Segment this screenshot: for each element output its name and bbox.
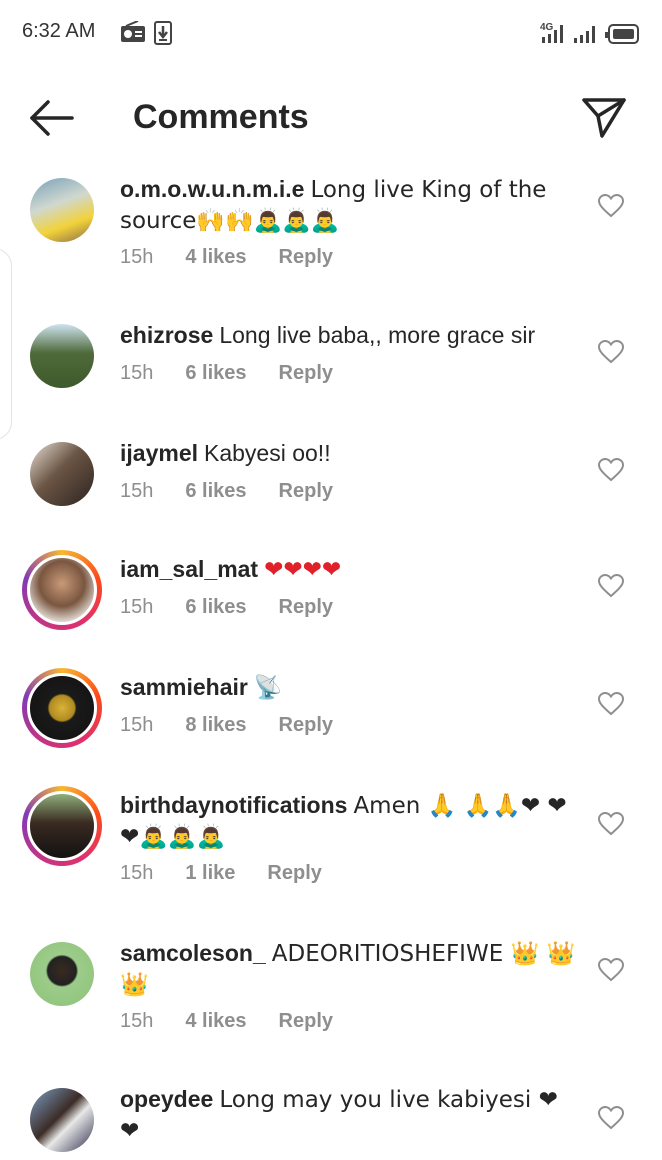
- comment-text: ❤❤❤❤: [264, 557, 342, 583]
- signal-icon: [574, 26, 595, 43]
- download-icon: [154, 21, 172, 45]
- comment-likes[interactable]: 1 like: [185, 862, 235, 885]
- reply-button[interactable]: Reply: [279, 1010, 333, 1033]
- battery-icon: [605, 24, 639, 44]
- reply-button[interactable]: Reply: [279, 714, 333, 737]
- comment-username[interactable]: ehizrose: [120, 322, 213, 348]
- radio-icon: [121, 21, 145, 42]
- comment-meta: 15h 6 likes Reply: [120, 362, 333, 385]
- reply-button[interactable]: Reply: [267, 862, 321, 885]
- page-title: Comments: [133, 98, 309, 136]
- reply-button[interactable]: Reply: [279, 480, 333, 503]
- heart-outline-icon[interactable]: [598, 958, 624, 982]
- comment-likes[interactable]: 4 likes: [185, 1010, 246, 1033]
- heart-outline-icon[interactable]: [598, 692, 624, 716]
- comment-text: Long live baba,, more grace sir: [219, 322, 536, 348]
- comments-header: Comments: [0, 84, 662, 152]
- avatar[interactable]: [22, 316, 102, 396]
- comment-meta: 15h 4 likes Reply: [120, 1010, 333, 1033]
- comment-text: Kabyesi oo!!: [204, 440, 331, 466]
- heart-outline-icon[interactable]: [598, 194, 624, 218]
- comment-time: 15h: [120, 714, 154, 736]
- comment-time: 15h: [120, 480, 154, 502]
- comment-time: 15h: [120, 246, 154, 268]
- heart-outline-icon[interactable]: [598, 340, 624, 364]
- comment-username[interactable]: opeydee: [120, 1086, 213, 1112]
- comment-likes[interactable]: 4 likes: [185, 246, 246, 269]
- story-avatar[interactable]: [22, 786, 102, 866]
- comment-likes[interactable]: 6 likes: [185, 362, 246, 385]
- side-edge-handle[interactable]: [0, 248, 12, 440]
- comment-meta: 15h 1 like Reply: [120, 862, 322, 885]
- comment-time: 15h: [120, 596, 154, 618]
- reply-button[interactable]: Reply: [279, 362, 333, 385]
- heart-outline-icon[interactable]: [598, 458, 624, 482]
- comment-meta: 15h 4 likes Reply: [120, 246, 333, 269]
- comment-username[interactable]: ijaymel: [120, 440, 198, 466]
- comment-username[interactable]: o.m.o.w.u.n.m.i.e: [120, 176, 304, 202]
- comment-username[interactable]: iam_sal_mat: [120, 556, 258, 582]
- comment-likes[interactable]: 6 likes: [185, 596, 246, 619]
- comment-time: 15h: [120, 362, 154, 384]
- reply-button[interactable]: Reply: [279, 596, 333, 619]
- comment-meta: 15h 6 likes Reply: [120, 596, 333, 619]
- comment-username[interactable]: sammiehair: [120, 674, 248, 700]
- comment-text: 📡: [253, 675, 283, 701]
- avatar[interactable]: [22, 434, 102, 514]
- story-avatar[interactable]: [22, 668, 102, 748]
- status-bar: 6:32 AM 4G: [0, 0, 662, 66]
- network-label: 4G: [540, 22, 554, 33]
- comment-time: 15h: [120, 862, 154, 884]
- avatar[interactable]: [22, 1080, 102, 1160]
- comment-likes[interactable]: 6 likes: [185, 480, 246, 503]
- status-time: 6:32 AM: [22, 20, 96, 42]
- paper-plane-icon[interactable]: [580, 96, 628, 140]
- heart-outline-icon[interactable]: [598, 574, 624, 598]
- heart-outline-icon[interactable]: [598, 1106, 624, 1130]
- heart-outline-icon[interactable]: [598, 812, 624, 836]
- reply-button[interactable]: Reply: [279, 246, 333, 269]
- avatar[interactable]: [22, 934, 102, 1014]
- story-avatar[interactable]: [22, 550, 102, 630]
- comment-likes[interactable]: 8 likes: [185, 714, 246, 737]
- back-arrow-icon[interactable]: [28, 98, 76, 138]
- comment-meta: 15h 8 likes Reply: [120, 714, 333, 737]
- comment-username[interactable]: samcoleson_: [120, 940, 266, 966]
- comment-meta: 15h 6 likes Reply: [120, 480, 333, 503]
- comment-username[interactable]: birthdaynotifications: [120, 792, 347, 818]
- avatar[interactable]: [22, 170, 102, 250]
- comment-time: 15h: [120, 1010, 154, 1032]
- signal-4g-icon: 4G: [540, 22, 563, 43]
